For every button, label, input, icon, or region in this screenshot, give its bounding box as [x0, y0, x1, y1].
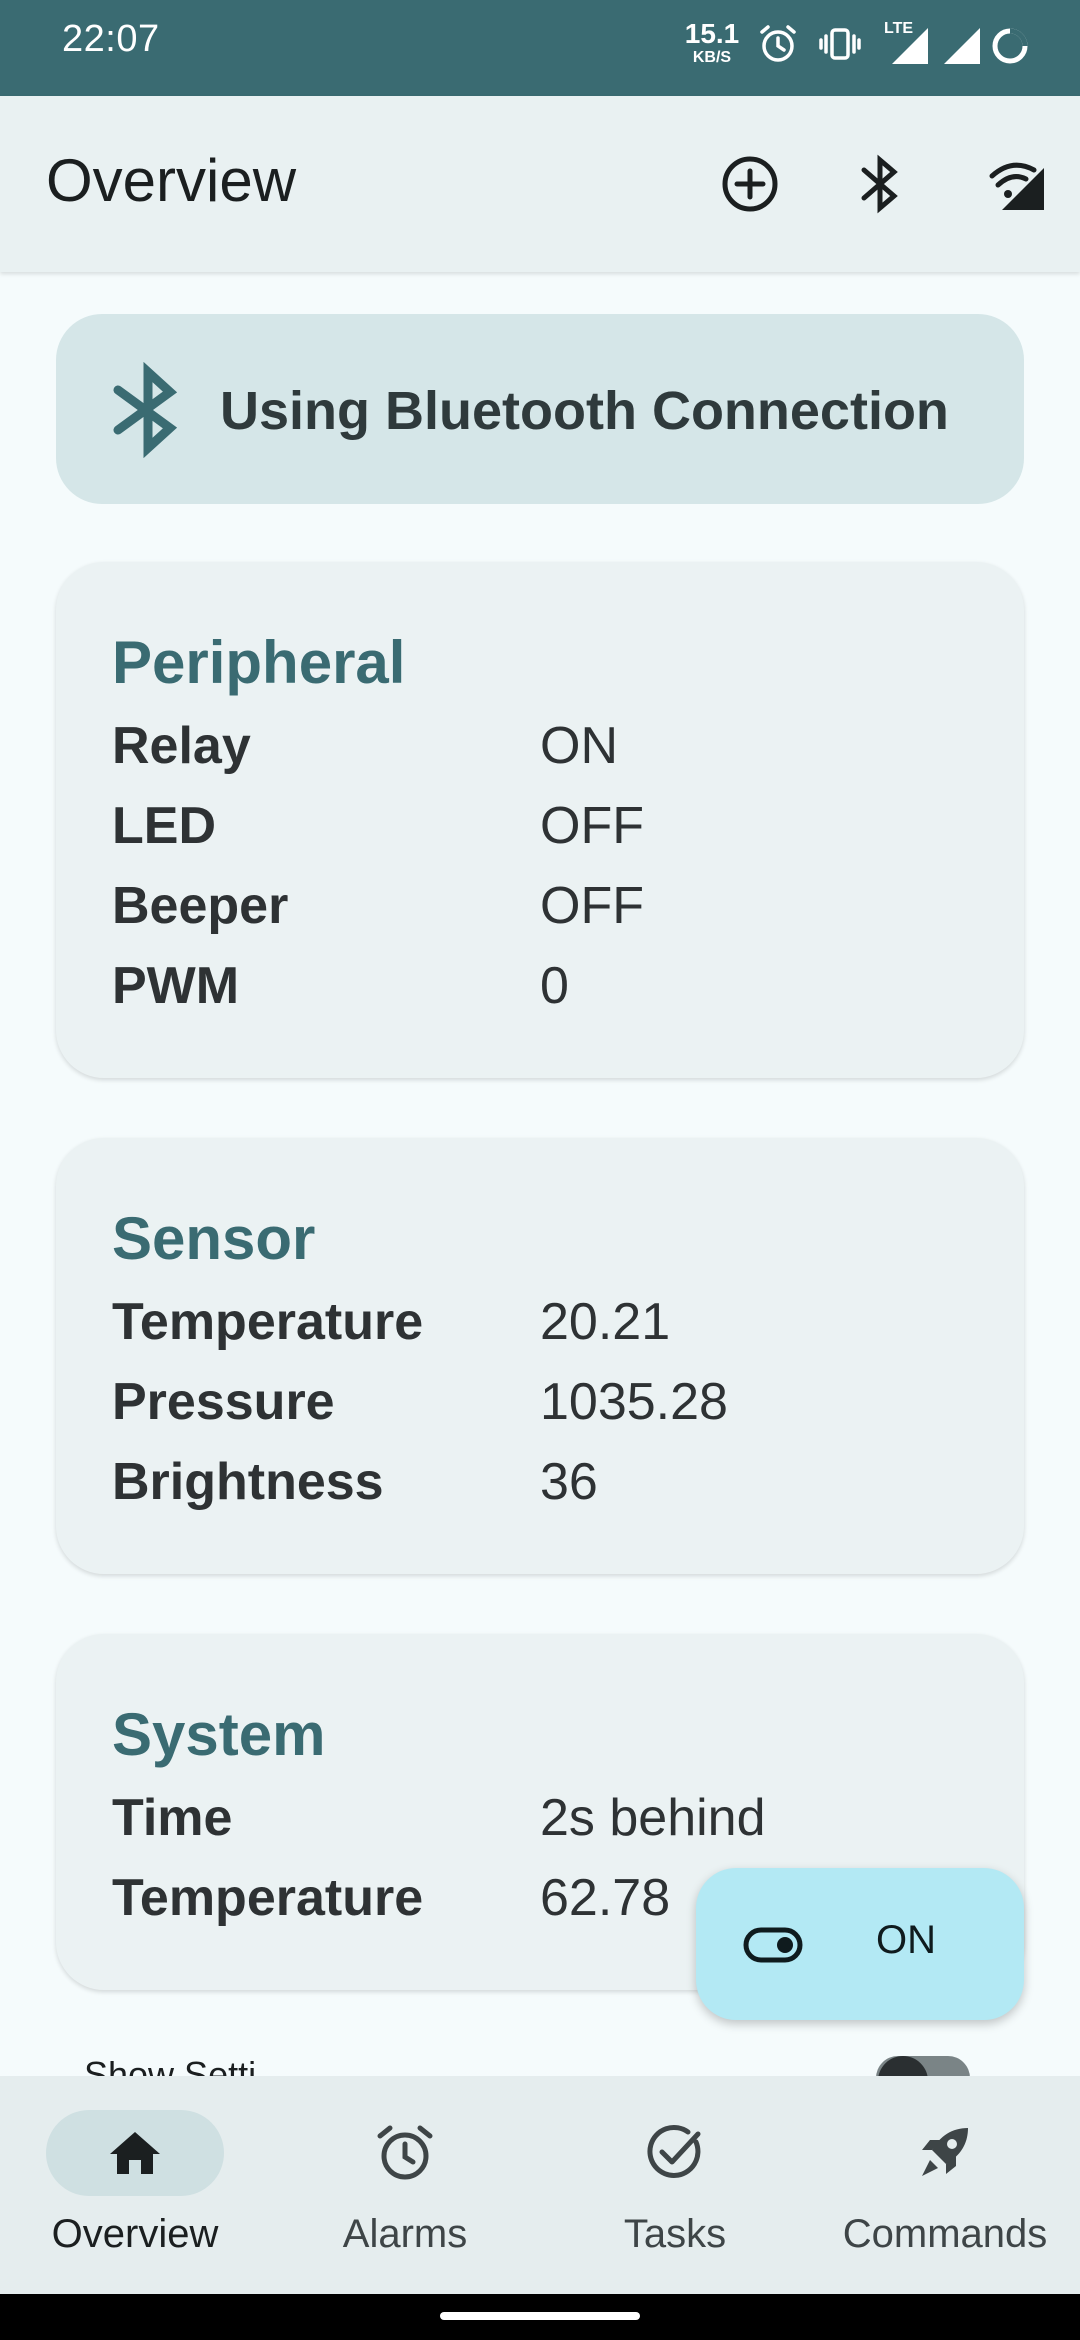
- system-temperature-label: Temperature: [112, 1869, 424, 1927]
- alarm-status-icon: [760, 25, 796, 62]
- led-label: LED: [112, 797, 216, 855]
- cell-signal-icon: [944, 28, 980, 64]
- rocket-icon: [922, 2128, 968, 2176]
- nav-label-tasks: Tasks: [623, 2212, 727, 2256]
- sensor-temperature-label: Temperature: [112, 1293, 424, 1351]
- pwm-label: PWM: [112, 957, 240, 1015]
- nav-item-alarms[interactable]: Alarms: [270, 2076, 540, 2294]
- toggle-icon: [743, 1927, 803, 1963]
- brightness-label: Brightness: [112, 1453, 384, 1511]
- bluetooth-button[interactable]: [842, 146, 918, 222]
- app-bar: Overview: [0, 96, 1080, 272]
- relay-value: ON: [540, 717, 618, 775]
- gesture-bar: [0, 2294, 1080, 2340]
- wifi-signal-icon: [989, 162, 1044, 210]
- sensor-temperature-value: 20.21: [540, 1293, 671, 1351]
- page-title: Overview: [46, 147, 297, 214]
- pwm-value: 0: [540, 957, 569, 1015]
- nav-label-overview: Overview: [51, 2212, 219, 2256]
- home-gesture-handle[interactable]: [440, 2312, 640, 2320]
- nav-label-commands: Commands: [842, 2212, 1048, 2256]
- peripheral-card: Peripheral Relay ON LED OFF Beeper OFF P…: [56, 562, 1024, 1078]
- battery-saver-icon: [992, 28, 1028, 64]
- time-value: 2s behind: [540, 1789, 766, 1847]
- system-temperature-value: 62.78: [540, 1869, 671, 1927]
- add-button[interactable]: [712, 146, 788, 222]
- pressure-value: 1035.28: [540, 1373, 728, 1431]
- brightness-value: 36: [540, 1453, 598, 1511]
- status-time: 22:07: [62, 18, 160, 60]
- peripheral-title: Peripheral: [112, 629, 406, 696]
- led-value: OFF: [540, 797, 644, 855]
- fab-label: ON: [876, 1918, 936, 1962]
- nav-item-commands[interactable]: Commands: [810, 2076, 1080, 2294]
- sensor-card: Sensor Temperature 20.21 Pressure 1035.2…: [56, 1138, 1024, 1574]
- pressure-label: Pressure: [112, 1373, 335, 1431]
- nav-item-overview[interactable]: Overview: [0, 2076, 270, 2294]
- bluetooth-icon: [113, 362, 178, 458]
- network-speed: 15.1 KB/S: [684, 20, 740, 66]
- nav-item-tasks[interactable]: Tasks: [540, 2076, 810, 2294]
- cell-signal-lte-icon: [892, 28, 928, 64]
- check-circle-icon: [647, 2124, 701, 2178]
- vibrate-icon: [819, 28, 861, 60]
- network-speed-value: 15.1: [684, 18, 740, 49]
- time-label: Time: [112, 1789, 233, 1847]
- alarm-icon: [377, 2125, 433, 2180]
- relay-label: Relay: [112, 717, 251, 775]
- network-speed-unit: KB/S: [692, 49, 732, 66]
- beeper-value: OFF: [540, 877, 644, 935]
- bottom-navigation: Overview Alarms Tasks Commands: [0, 2076, 1080, 2294]
- bluetooth-icon: [861, 154, 898, 214]
- power-toggle-fab[interactable]: ON: [696, 1868, 1024, 2020]
- connection-banner-text: Using Bluetooth Connection: [220, 381, 949, 441]
- sensor-title: Sensor: [112, 1205, 316, 1272]
- status-bar: 22:07 15.1 KB/S LTE: [0, 0, 1080, 96]
- home-icon: [110, 2132, 160, 2174]
- wifi-connection-button[interactable]: [980, 146, 1056, 222]
- beeper-label: Beeper: [112, 877, 289, 935]
- system-title: System: [112, 1701, 326, 1768]
- nav-label-alarms: Alarms: [342, 2212, 468, 2256]
- add-circle-icon: [722, 156, 778, 212]
